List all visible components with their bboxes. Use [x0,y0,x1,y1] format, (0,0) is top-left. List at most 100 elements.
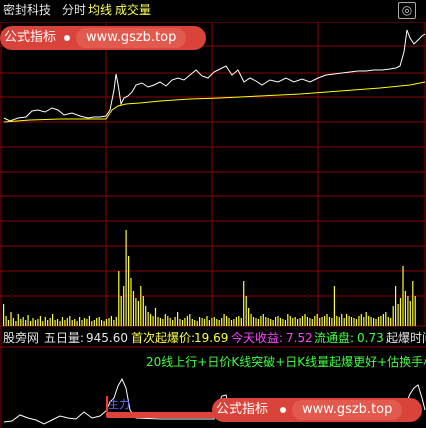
volume-bar [309,318,311,326]
volume-bar [93,320,95,326]
volume-bar [252,317,255,326]
volume-bar [365,312,367,326]
volume-bar [355,319,357,326]
volume-bar [120,296,122,326]
tab-volume[interactable]: 成交量 [115,3,151,17]
volume-bar [98,317,100,326]
volume-bar [282,319,284,326]
watermark-label: 公式指标 [4,30,57,45]
indicator-info-bar: 股旁网 五日量: 945.60 首次起爆价: 19.69 今天收益: 7.52 … [0,329,426,347]
volume-bar [275,317,277,326]
volume-bar [56,319,59,326]
volume-bar [108,318,110,326]
volume-bar [110,316,112,326]
info-source: 股旁网 [3,331,40,345]
indicator-tag: 主力 [108,398,130,411]
volume-bar [289,316,291,326]
tab-minute[interactable]: 分时 [62,3,86,17]
volume-bar [186,316,188,326]
volume-bar [336,316,338,326]
volume-bar [199,317,201,326]
float-label: 流通盘: [314,331,355,345]
volume-bar [135,298,137,326]
volume-bar [255,318,257,326]
volume-bar [164,314,166,326]
volume-bar [216,319,218,326]
volume-bar [154,308,157,326]
volume-bar [368,316,370,326]
volume-bar [101,320,103,326]
volume-bar [385,312,387,326]
volume-bar [179,319,181,326]
watermark-banner-top[interactable]: 公式指标 www.gszb.top [0,26,206,50]
volume-bar [353,318,355,326]
today-gain-value: 7.52 [286,331,313,345]
watermark-url: www.gszb.top [76,28,187,48]
volume-bar [137,301,139,326]
average-price-line [3,81,426,123]
volume-bar [311,319,313,326]
volume-bar [382,314,384,326]
volume-bar [7,320,10,326]
formula-description: 20线上行+日价K线突破+日K线量起爆更好+估换手小 [146,355,426,369]
volume-bar [208,320,210,326]
volume-bar [272,320,274,326]
volume-bar [34,320,37,326]
volume-bar [142,296,144,326]
volume-bar [314,316,316,326]
watermark-banner-bottom[interactable]: 公式指标 www.gszb.top [212,398,422,422]
volume-bar [74,319,76,326]
volume-bar [206,316,208,326]
volume-bar [387,317,389,326]
volume-bar [341,314,343,326]
volume-bar [169,318,171,326]
volume-bar [172,320,174,326]
volume-bar [316,314,318,326]
volume-bar [54,320,56,326]
volume-bar [375,319,377,326]
volume-bar [177,312,179,326]
volume-bar [52,314,54,326]
volume-bar [201,318,203,326]
volume-bar [380,316,382,326]
trigger-time-label: 起爆时间 [386,331,426,345]
volume-bar [152,316,154,326]
volume-bar [113,320,115,326]
tab-average[interactable]: 均线 [88,3,112,17]
volume-bar [397,304,399,326]
chart-toolbar: 密封科技 分时 均线 成交量 ◎ [0,0,426,22]
settings-icon[interactable]: ◎ [398,2,416,19]
volume-bar [260,316,262,326]
volume-bar [203,319,206,326]
dot-icon [280,407,286,413]
volume-bar [10,312,12,326]
volume-bar [61,317,63,326]
volume-bar [123,286,125,326]
volume-bar [248,308,250,326]
volume-bar [338,317,340,326]
first-limit-value: 19.69 [194,331,229,345]
volume-bar [221,318,223,326]
volume-bar [194,320,196,326]
volume-bar [147,312,149,326]
volume-bar [88,316,90,326]
volume-bar [42,321,44,326]
volume-bar [71,320,73,326]
volume-bar [15,321,17,326]
volume-bar [159,318,161,326]
today-gain-label: 今天收益: [231,331,284,345]
volume-bar [297,319,299,326]
volume-bar [292,318,294,326]
volume-bar [49,318,51,326]
volume-bar [79,317,81,326]
volume-bar [230,320,233,326]
volume-bar [213,317,215,326]
volume-bar [233,319,235,326]
volume-bar [409,301,411,326]
volume-bar [306,317,308,326]
volume-bar [395,286,397,326]
volume-bar [181,320,184,326]
volume-bar [12,318,14,326]
volume-bar [299,318,301,326]
watermark-label: 公式指标 [216,402,269,417]
